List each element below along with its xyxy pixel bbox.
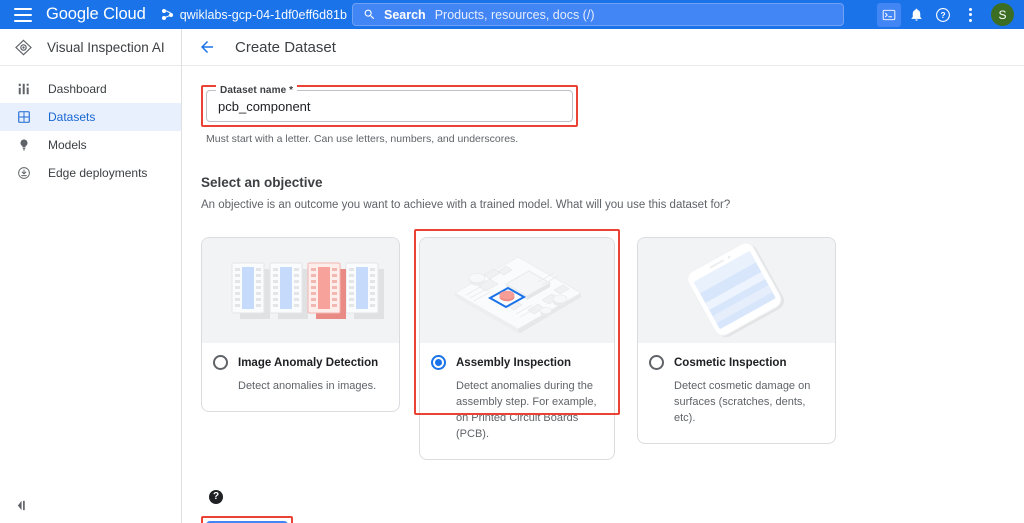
dataset-name-input[interactable]: Dataset name * pcb_component <box>206 85 573 122</box>
objective-card-body: Assembly Inspection Detect anomalies dur… <box>420 343 614 459</box>
objective-card-image-anomaly-detection[interactable]: Image Anomaly Detection Detect anomalies… <box>201 237 400 412</box>
help-icon[interactable]: ? <box>931 3 955 27</box>
objective-card-title: Assembly Inspection <box>456 356 572 369</box>
sidebar-item-label: Datasets <box>48 110 96 124</box>
avatar[interactable]: S <box>991 3 1014 26</box>
sidebar-item-models[interactable]: Models <box>0 131 181 159</box>
sidebar-item-label: Models <box>48 138 87 152</box>
datasets-icon <box>16 109 32 125</box>
sidebar-item-edge-deployments[interactable]: Edge deployments <box>0 159 181 187</box>
top-bar-actions: ? S <box>877 0 1014 29</box>
action-buttons: CREATE CANCEL <box>201 515 1024 523</box>
objective-card-title: Image Anomaly Detection <box>238 356 379 369</box>
edge-deployments-icon <box>16 165 32 181</box>
create-button-annotation-box: CREATE <box>201 515 294 523</box>
form-footer: ? CREATE CANCEL <box>201 489 1024 523</box>
radio-image-anomaly-detection[interactable] <box>213 355 228 370</box>
notifications-bell-icon[interactable] <box>904 3 928 27</box>
objective-card-description: Detect anomalies during the assembly ste… <box>456 380 597 440</box>
sidebar-item-label: Edge deployments <box>48 166 148 180</box>
objective-heading: Select an objective <box>201 175 323 190</box>
dataset-name-annotation-box: Dataset name * pcb_component <box>201 85 578 127</box>
project-name: qwiklabs-gcp-04-1df0eff6d81b <box>179 7 347 22</box>
cloud-shell-icon[interactable] <box>877 2 901 27</box>
sidebar-item-datasets[interactable]: Datasets <box>0 103 181 131</box>
project-selector-icon <box>161 8 175 21</box>
search-input[interactable]: Products, resources, docs (/) <box>435 8 595 22</box>
ic-chips-with-one-red-anomaly-illustration <box>202 238 399 343</box>
dataset-name-helper-text: Must start with a letter. Can use letter… <box>206 133 519 145</box>
dataset-name-value: pcb_component <box>218 98 311 114</box>
sidebar-item-label: Dashboard <box>48 82 107 96</box>
isometric-pcb-board-illustration <box>420 238 614 343</box>
sidebar-nav: Dashboard Datasets Models Edge deploymen… <box>0 66 181 187</box>
objective-card-header: Cosmetic Inspection <box>649 355 823 370</box>
back-arrow-icon[interactable] <box>198 38 216 56</box>
product-title: Visual Inspection AI <box>47 39 165 55</box>
sidebar-item-dashboard[interactable]: Dashboard <box>0 75 181 103</box>
form-content: Dataset name * pcb_component Must start … <box>182 66 1024 523</box>
radio-assembly-inspection[interactable] <box>431 355 446 370</box>
search-icon <box>364 9 375 20</box>
objective-card-body: Image Anomaly Detection Detect anomalies… <box>202 343 399 411</box>
objective-card-header: Assembly Inspection <box>431 355 602 370</box>
help-circle-icon[interactable]: ? <box>209 489 223 504</box>
objective-card-header: Image Anomaly Detection <box>213 355 387 370</box>
objective-description: An objective is an outcome you want to a… <box>201 199 731 211</box>
more-options-icon[interactable] <box>958 3 982 27</box>
objective-card-slot: Cosmetic Inspection Detect cosmetic dama… <box>631 237 844 460</box>
sidebar-product-header: Visual Inspection AI <box>0 29 181 66</box>
objective-card-assembly-inspection[interactable]: Assembly Inspection Detect anomalies dur… <box>419 237 615 460</box>
objective-card-cosmetic-inspection[interactable]: Cosmetic Inspection Detect cosmetic dama… <box>637 237 836 444</box>
objective-card-slot: Image Anomaly Detection Detect anomalies… <box>201 237 414 460</box>
objective-card-list: Image Anomaly Detection Detect anomalies… <box>201 229 1024 460</box>
global-search-bar[interactable]: Search Products, resources, docs (/) <box>352 3 844 26</box>
hamburger-menu-icon[interactable] <box>14 7 32 22</box>
search-label: Search <box>384 7 426 22</box>
sidebar: Visual Inspection AI Dashboard Datasets … <box>0 29 182 523</box>
collapse-sidebar-icon[interactable] <box>12 495 32 515</box>
tilted-smartphone-illustration <box>638 238 835 343</box>
visual-inspection-icon <box>15 39 32 55</box>
dataset-name-label: Dataset name * <box>216 85 298 96</box>
objective-card-slot: Assembly Inspection Detect anomalies dur… <box>414 229 629 460</box>
top-app-bar: Google Cloud qwiklabs-gcp-04-1df0eff6d81… <box>0 0 1024 29</box>
objective-card-description: Detect anomalies in images. <box>238 380 377 392</box>
objective-card-title: Cosmetic Inspection <box>674 356 787 369</box>
main-content: Create Dataset Dataset name * pcb_compon… <box>182 29 1024 523</box>
objective-card-body: Cosmetic Inspection Detect cosmetic dama… <box>638 343 835 443</box>
page-title: Create Dataset <box>235 38 336 56</box>
dashboard-icon <box>16 81 32 97</box>
svg-text:?: ? <box>940 9 945 19</box>
project-selector[interactable]: qwiklabs-gcp-04-1df0eff6d81b <box>161 7 366 22</box>
radio-cosmetic-inspection[interactable] <box>649 355 664 370</box>
page-header: Create Dataset <box>182 29 1024 66</box>
google-cloud-logo[interactable]: Google Cloud <box>46 5 146 24</box>
objective-card-description: Detect cosmetic damage on surfaces (scra… <box>674 380 811 424</box>
models-bulb-icon <box>16 137 32 153</box>
